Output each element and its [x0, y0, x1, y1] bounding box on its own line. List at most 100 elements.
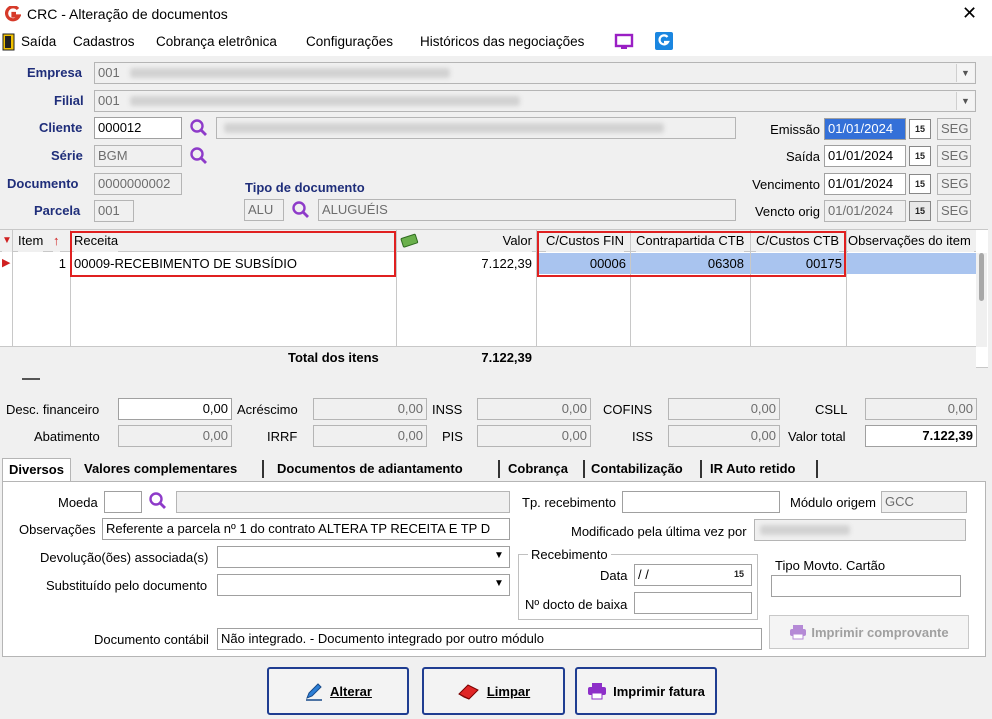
exit-door-icon[interactable]	[2, 33, 16, 51]
inss-field: 0,00	[477, 398, 591, 420]
acrescimo-label: Acréscimo	[237, 402, 298, 417]
close-icon[interactable]: ✕	[962, 3, 977, 24]
imprimir-fatura-button[interactable]: Imprimir fatura	[575, 667, 717, 715]
vencto-orig-date: 01/01/2024	[824, 200, 906, 222]
documento-field[interactable]: 0000000002	[94, 173, 182, 195]
empresa-label: Empresa	[27, 65, 82, 80]
vencimento-date-input[interactable]: 01/01/2024	[824, 173, 906, 195]
valor-total-label: Valor total	[788, 429, 846, 444]
parcela-field[interactable]: 001	[94, 200, 134, 222]
empresa-dropdown-icon[interactable]: ▼	[956, 64, 974, 82]
pis-field: 0,00	[477, 425, 591, 447]
alterar-label: Alterar	[330, 683, 372, 699]
modulo-origem-field: GCC	[881, 491, 967, 513]
sort-arrow-icon[interactable]: ▼	[2, 230, 12, 252]
moeda-label: Moeda	[58, 495, 98, 510]
substituido-dropdown-icon[interactable]: ▼	[494, 578, 504, 589]
data-calendar-icon[interactable]: 15	[729, 565, 749, 585]
splitter-handle[interactable]	[22, 378, 40, 380]
app-logo-icon	[5, 6, 21, 22]
moeda-search-icon[interactable]	[148, 491, 168, 511]
emissao-calendar-icon[interactable]: 15	[909, 119, 931, 139]
tipo-documento-code[interactable]: ALU	[244, 199, 284, 221]
filial-code: 001	[98, 93, 120, 108]
monitor-icon[interactable]	[614, 33, 634, 51]
moeda-desc-field	[176, 491, 510, 513]
tp-recebimento-label: Tp. recebimento	[522, 495, 616, 510]
empresa-name-redacted	[130, 68, 450, 78]
filial-label: Filial	[54, 93, 84, 108]
tipo-movto-label: Tipo Movto. Cartão	[775, 558, 886, 573]
observacoes-input[interactable]: Referente a parcela nº 1 do contrato ALT…	[102, 518, 510, 540]
emissao-label: Emissão	[770, 122, 820, 137]
tipo-documento-search-icon[interactable]	[291, 200, 311, 220]
col-obs-header[interactable]: Observações do item	[848, 230, 974, 252]
menu-cobranca-eletronica[interactable]: Cobrança eletrônica	[156, 34, 277, 49]
tab-cobranca[interactable]: Cobrança	[502, 458, 574, 481]
vencto-orig-day: SEG	[937, 200, 971, 222]
tab-diversos[interactable]: Diversos	[2, 458, 71, 481]
abatimento-label: Abatimento	[34, 429, 100, 444]
devolucoes-select[interactable]	[217, 546, 510, 568]
irrf-label: IRRF	[267, 429, 298, 444]
title-bar: CRC - Alteração de documentos ✕	[0, 0, 992, 28]
observacoes-label: Observações	[19, 522, 96, 537]
substituido-select[interactable]	[217, 574, 510, 596]
tipo-movto-input[interactable]	[771, 575, 961, 597]
tab-separator	[262, 460, 264, 478]
grid-total-row: Total dos itens 7.122,39	[0, 346, 976, 368]
saida-calendar-icon[interactable]: 15	[909, 146, 931, 166]
imprimir-comprovante-label: Imprimir comprovante	[811, 624, 949, 640]
cliente-code-input[interactable]: 000012	[94, 117, 182, 139]
serie-label: Série	[51, 148, 83, 163]
iss-field: 0,00	[668, 425, 780, 447]
modificado-label: Modificado pela última vez por	[571, 524, 747, 539]
menu-bar: Saída Cadastros Cobrança eletrônica Conf…	[0, 28, 992, 56]
alterar-button[interactable]: Alterar	[267, 667, 409, 715]
money-icon	[400, 233, 419, 248]
menu-configuracoes[interactable]: Configurações	[306, 34, 393, 49]
app-g-icon[interactable]	[655, 32, 673, 50]
cell-valor[interactable]: 7.122,39	[440, 253, 532, 274]
tab-valores-complementares[interactable]: Valores complementares	[78, 458, 243, 481]
col-valor-header[interactable]: Valor	[490, 230, 532, 252]
nro-docto-input[interactable]	[634, 592, 752, 614]
devolucoes-dropdown-icon[interactable]: ▼	[494, 550, 504, 561]
cliente-search-icon[interactable]	[189, 118, 209, 138]
imprimir-comprovante-button[interactable]: Imprimir comprovante	[769, 615, 969, 649]
grid-scrollbar[interactable]	[976, 253, 987, 347]
acrescimo-field: 0,00	[313, 398, 427, 420]
grid-line	[12, 230, 13, 348]
col-item-header[interactable]: Item	[18, 230, 44, 252]
menu-historicos[interactable]: Históricos das negociações	[420, 34, 584, 49]
emissao-date-input[interactable]: 01/01/2024	[824, 118, 906, 140]
devolucoes-label: Devolução(ões) associada(s)	[40, 550, 209, 565]
total-items-value: 7.122,39	[481, 350, 532, 365]
pis-label: PIS	[442, 429, 463, 444]
desc-financeiro-input[interactable]: 0,00	[118, 398, 232, 420]
documento-contabil-field: Não integrado. - Documento integrado por…	[217, 628, 762, 650]
filial-dropdown-icon[interactable]: ▼	[956, 92, 974, 110]
receita-highlight	[70, 231, 396, 277]
data-label: Data	[600, 568, 628, 583]
sort-indicator-icon: ↑	[53, 230, 60, 252]
limpar-button[interactable]: Limpar	[422, 667, 565, 715]
tp-recebimento-input[interactable]	[622, 491, 780, 513]
documento-contabil-label: Documento contábil	[94, 632, 209, 647]
vencimento-calendar-icon[interactable]: 15	[909, 174, 931, 194]
serie-search-icon[interactable]	[189, 146, 209, 166]
window-title: CRC - Alteração de documentos	[27, 6, 228, 22]
tipo-documento-desc: ALUGUÉIS	[318, 199, 736, 221]
saida-label: Saída	[786, 149, 820, 164]
moeda-input[interactable]	[104, 491, 142, 513]
menu-saida[interactable]: Saída	[21, 34, 56, 49]
saida-date-input[interactable]: 01/01/2024	[824, 145, 906, 167]
tab-ir-auto-retido[interactable]: IR Auto retido	[704, 458, 801, 481]
tab-separator	[816, 460, 818, 478]
tab-documentos-adiantamento[interactable]: Documentos de adiantamento	[271, 458, 469, 481]
tab-contabilizacao[interactable]: Contabilização	[585, 458, 689, 481]
menu-cadastros[interactable]: Cadastros	[73, 34, 135, 49]
serie-field[interactable]: BGM	[94, 145, 182, 167]
scrollbar-thumb[interactable]	[979, 253, 984, 301]
cliente-label: Cliente	[39, 120, 83, 135]
